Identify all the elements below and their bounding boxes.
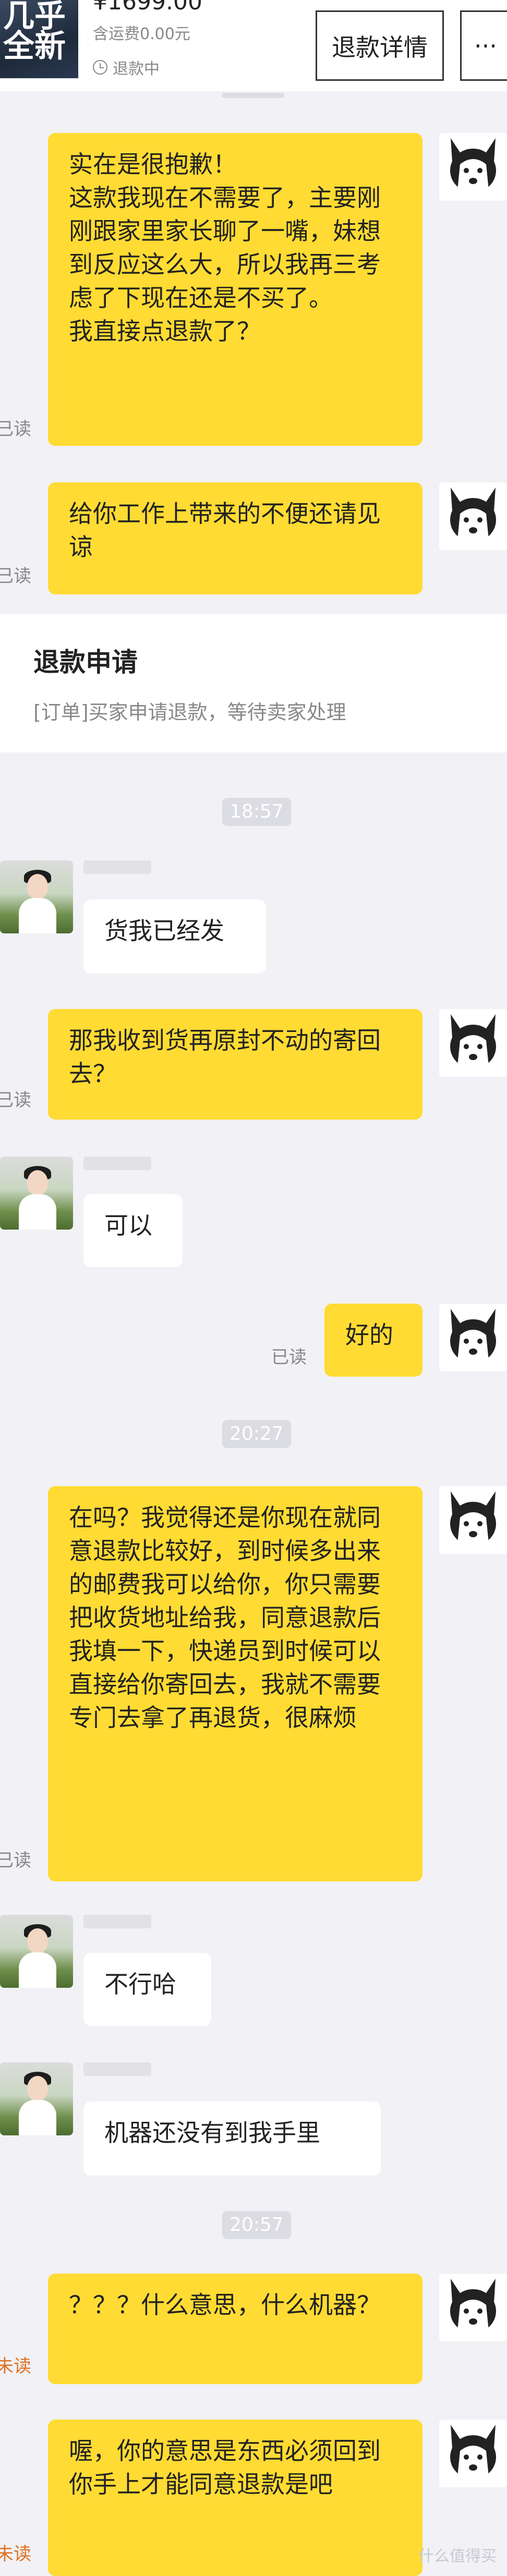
message-bubble-self[interactable]: 实在是很抱歉！ 这款我现在不需要了，主要刚刚跟家里家长聊了一嘴，妹想到反应这么大… bbox=[48, 133, 422, 446]
self-avatar[interactable] bbox=[439, 133, 507, 201]
product-thumbnail[interactable]: 几乎 全新 bbox=[0, 0, 78, 78]
seller-avatar[interactable] bbox=[0, 2062, 73, 2135]
husky-icon bbox=[450, 1014, 496, 1071]
scroll-indicator bbox=[222, 93, 284, 98]
product-price: ¥1699.00 bbox=[93, 0, 202, 15]
timestamp: 20:27 bbox=[222, 1420, 291, 1448]
thumbnail-text-line1: 几乎 bbox=[3, 0, 66, 34]
seller-nickname bbox=[83, 1157, 151, 1170]
read-status: 已读 bbox=[0, 566, 31, 587]
message-bubble-other[interactable]: 机器还没有到我手里 bbox=[83, 2101, 381, 2176]
message-bubble-self[interactable]: 在吗？我觉得还是你现在就同意退款比较好，到时候多出来的邮费我可以给你，你只需要把… bbox=[48, 1486, 422, 1881]
thumbnail-text-line2: 全新 bbox=[3, 28, 66, 65]
self-avatar[interactable] bbox=[439, 482, 507, 550]
read-status: 已读 bbox=[0, 1090, 31, 1111]
self-avatar[interactable] bbox=[439, 1304, 507, 1371]
seller-nickname bbox=[83, 1915, 151, 1928]
refund-request-card[interactable] bbox=[0, 614, 507, 752]
shipping-fee: 含运费0.00元 bbox=[93, 25, 190, 43]
read-status: 已读 bbox=[0, 419, 31, 440]
seller-nickname bbox=[83, 2062, 151, 2076]
more-options-button[interactable]: ··· bbox=[460, 10, 507, 81]
husky-icon bbox=[450, 138, 496, 195]
self-avatar[interactable] bbox=[439, 2420, 507, 2487]
seller-avatar[interactable] bbox=[0, 1157, 73, 1230]
husky-icon bbox=[450, 488, 496, 544]
refund-status: 退款中 bbox=[93, 56, 160, 79]
self-avatar[interactable] bbox=[439, 2274, 507, 2341]
refund-request-desc: [订单]买家申请退款，等待卖家处理 bbox=[33, 701, 346, 724]
seller-nickname bbox=[83, 860, 151, 874]
message-bubble-self[interactable]: ？？？什么意思，什么机器？ bbox=[48, 2274, 422, 2384]
unread-status: 未读 bbox=[0, 2356, 31, 2377]
message-bubble-self[interactable]: 给你工作上带来的不便还请见谅 bbox=[48, 482, 422, 594]
watermark: 什么值得买 bbox=[418, 2547, 497, 2566]
message-bubble-other[interactable]: 可以 bbox=[83, 1194, 183, 1267]
read-status: 已读 bbox=[271, 1347, 307, 1368]
message-bubble-self[interactable]: 那我收到货再原封不动的寄回去？ bbox=[48, 1009, 422, 1120]
message-bubble-other[interactable]: 不行哈 bbox=[83, 1953, 211, 2026]
timestamp: 18:57 bbox=[222, 798, 291, 826]
unread-status: 未读 bbox=[0, 2544, 31, 2565]
refund-status-text: 退款中 bbox=[113, 60, 160, 78]
husky-icon bbox=[450, 1309, 496, 1365]
message-bubble-self[interactable]: 喔，你的意思是东西必须回到你手上才能同意退款是吧 bbox=[48, 2420, 422, 2576]
self-avatar[interactable] bbox=[439, 1009, 507, 1077]
refund-detail-button[interactable]: 退款详情 bbox=[316, 10, 444, 81]
clock-icon bbox=[93, 60, 107, 75]
message-bubble-self[interactable]: 好的 bbox=[324, 1304, 422, 1377]
husky-icon bbox=[450, 1491, 496, 1548]
read-status: 已读 bbox=[0, 1850, 31, 1871]
refund-request-title: 退款申请 bbox=[33, 647, 138, 677]
husky-icon bbox=[450, 2279, 496, 2335]
timestamp: 20:57 bbox=[222, 2211, 291, 2239]
seller-avatar[interactable] bbox=[0, 1915, 73, 1988]
husky-icon bbox=[450, 2425, 496, 2481]
seller-avatar[interactable] bbox=[0, 860, 73, 933]
message-bubble-other[interactable]: 货我已经发 bbox=[83, 900, 266, 974]
self-avatar[interactable] bbox=[439, 1486, 507, 1554]
